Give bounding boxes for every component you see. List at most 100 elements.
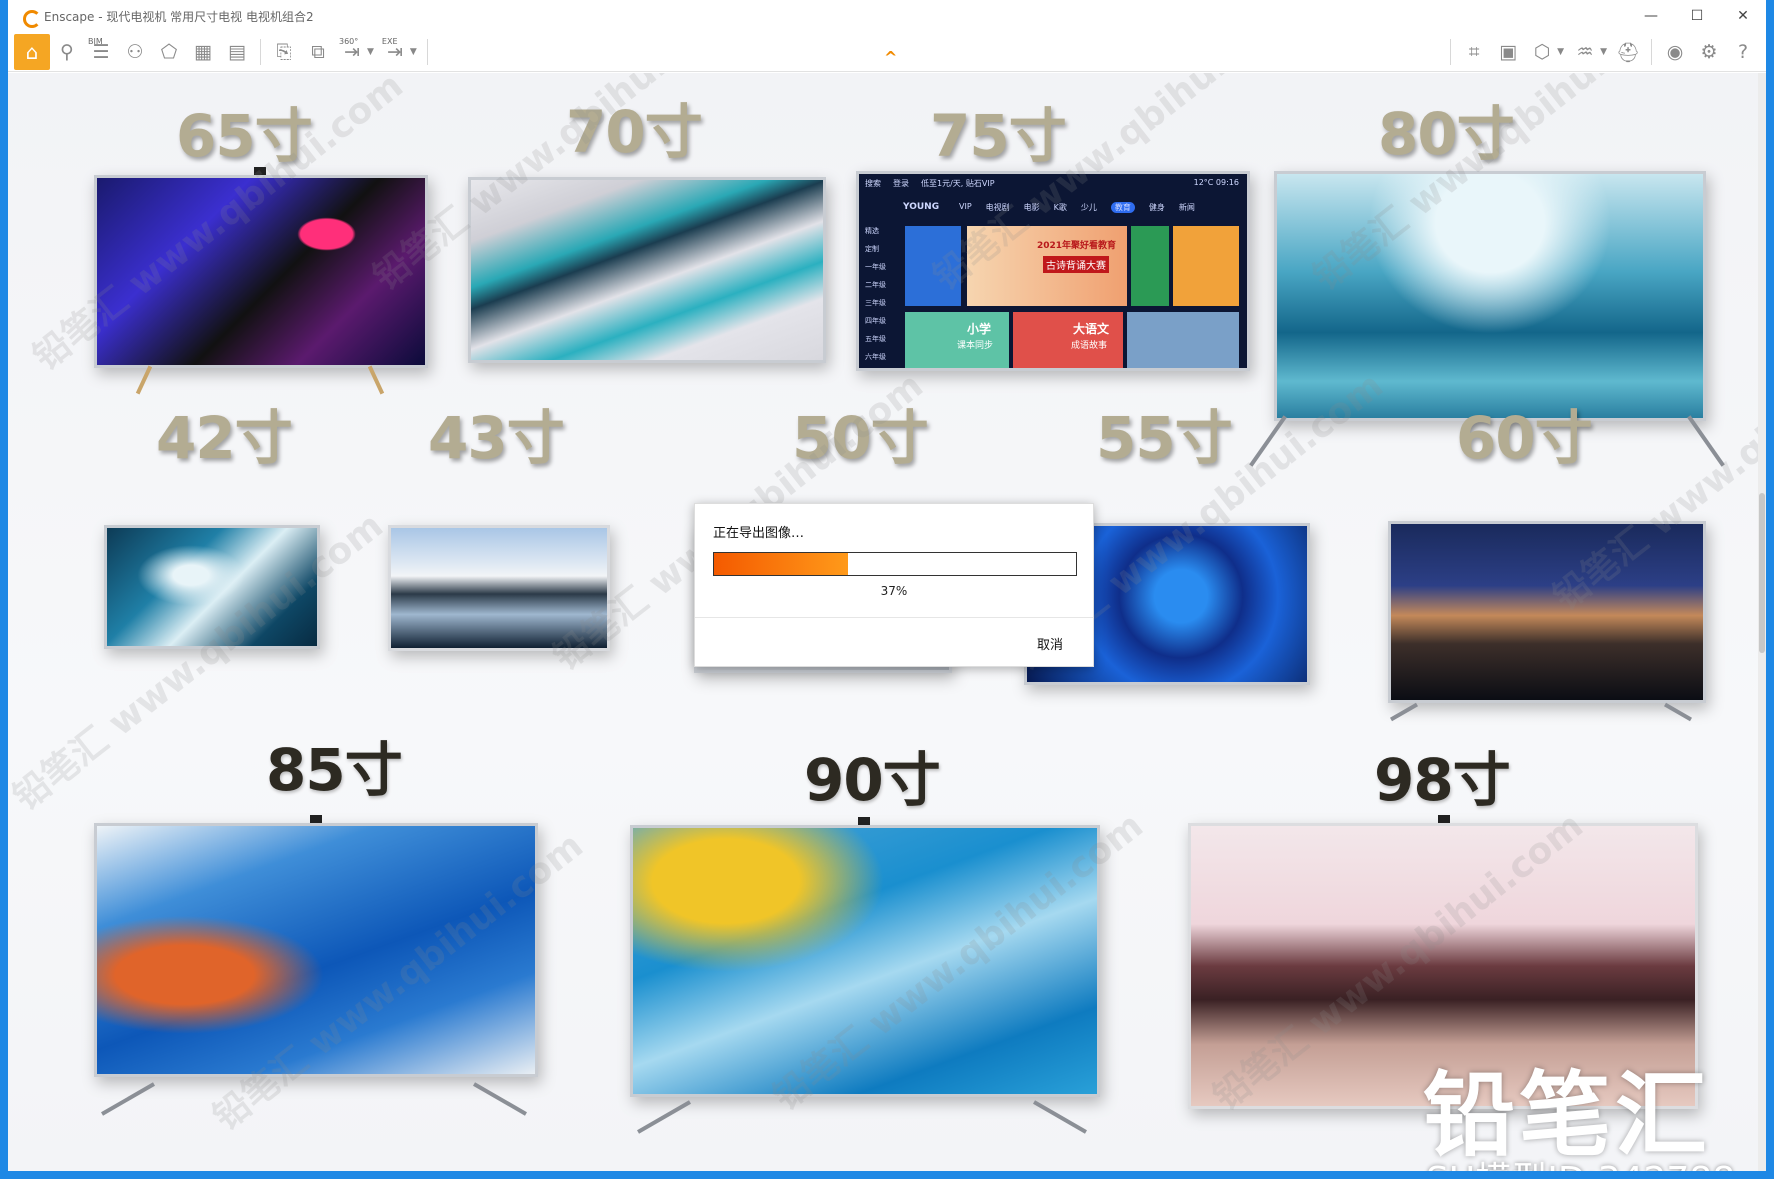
map-icon[interactable]: ⌗ [1457, 36, 1491, 68]
help-icon[interactable]: ? [1726, 36, 1760, 68]
toolbar-divider [426, 38, 428, 65]
home-icon[interactable]: ⌂ [14, 33, 50, 70]
cancel-button[interactable]: 取消 [1037, 634, 1063, 653]
cube-icon[interactable]: ⬡ [1525, 36, 1559, 68]
minimize-button[interactable]: — [1628, 0, 1674, 32]
tv-camera-icon [858, 817, 870, 825]
tv-stand [1249, 415, 1287, 467]
label-60: 60寸 [1456, 404, 1593, 472]
toolbar-divider [260, 38, 261, 65]
tv-banner: 2021年聚好看教育 [1037, 241, 1117, 251]
tv-tile2-sub: 成语故事 [1071, 341, 1108, 351]
tv-side-item: 五年级 [865, 335, 886, 343]
label-75: 75寸 [930, 102, 1067, 170]
tv-tile1-sub: 课本同步 [957, 341, 994, 351]
tv-side-item: 三年级 [865, 299, 886, 307]
tv-camera-icon [1438, 815, 1450, 823]
tv-43 [388, 525, 610, 651]
tv-nav-item: VIP [959, 202, 972, 211]
window-title: Enscape - 现代电视机 常用尺寸电视 电视机组合2 [44, 9, 314, 24]
chevron-up-icon[interactable]: ^ [884, 48, 897, 67]
tv-stand [637, 1100, 691, 1134]
tv-side-item: 一年级 [865, 263, 886, 271]
close-button[interactable]: ✕ [1720, 0, 1766, 32]
tv-side-item: 二年级 [865, 281, 886, 289]
label-98: 98寸 [1374, 746, 1511, 814]
vr-headset-icon[interactable]: ⛑ [1611, 36, 1645, 68]
tv-75-home-ui: 搜索 登录 低至1元/天, 贴石VIP 12°C 09:16 YOUNG VIP… [859, 174, 1247, 368]
dialog-title: 正在导出图像… [713, 526, 805, 541]
tv-70 [468, 177, 826, 363]
exe-export-icon[interactable]: EXE ⇥ [378, 36, 412, 68]
tv-banner-sub: 古诗背诵大赛 [1043, 256, 1109, 273]
tv-brand: YOUNG [903, 202, 940, 212]
progress-percent: 37% [880, 584, 908, 598]
tv-login: 登录 [893, 179, 909, 188]
enscape-window: Enscape - 现代电视机 常用尺寸电视 电视机组合2 — ☐ ✕ ⌂ ⚲ … [0, 0, 1774, 1179]
dialog-divider [695, 617, 1093, 618]
model-id-watermark: SU模型ID:342788 [1426, 1151, 1735, 1171]
enscape-logo-icon [22, 8, 41, 28]
panorama-icon[interactable]: 360° ⇥ [335, 36, 369, 68]
toolbar-right: ⌗ ▣ ⬡ ▼ ♒ ▼ ⛑ ◉ ⚙ ? [1444, 32, 1760, 72]
tv-nav-item: 教育 [1110, 202, 1135, 213]
tv-stand [367, 365, 385, 395]
tv-60 [1388, 521, 1706, 703]
tv-stand [101, 1082, 155, 1116]
tv-stand [473, 1082, 527, 1116]
gear-icon[interactable]: ⚙ [1692, 36, 1726, 68]
tv-side-item: 四年级 [865, 317, 886, 325]
maximize-button[interactable]: ☐ [1674, 0, 1720, 32]
label-80: 80寸 [1378, 100, 1515, 168]
title-bar: Enscape - 现代电视机 常用尺寸电视 电视机组合2 — ☐ ✕ [8, 0, 1766, 32]
asset-library-icon[interactable]: ⬠ [152, 36, 186, 68]
building-icon[interactable]: ▦ [186, 36, 220, 68]
bim-icon[interactable]: BIM ☰ [84, 36, 118, 68]
tv-nav-item: 少儿 [1080, 203, 1097, 212]
materials-icon[interactable]: ♒ [1568, 36, 1602, 68]
tv-75: 搜索 登录 低至1元/天, 贴石VIP 12°C 09:16 YOUNG VIP… [856, 171, 1250, 371]
tv-stand [135, 365, 153, 395]
scrollbar-thumb[interactable] [1759, 493, 1765, 653]
tv-promo: 低至1元/天, 贴石VIP [921, 179, 995, 188]
tv-80 [1274, 171, 1706, 421]
render-viewport[interactable]: 65寸 70寸 75寸 80寸 搜索 登录 低至1元/天, 贴石VIP 12°C… [8, 73, 1766, 1171]
export-progress-dialog: 正在导出图像… 37% 取消 [694, 503, 1094, 667]
tv-stand [1687, 415, 1725, 467]
label-70: 70寸 [566, 98, 703, 166]
tv-stand [1390, 702, 1418, 722]
vertical-scrollbar[interactable] [1758, 73, 1766, 1171]
export-progress-bar [713, 552, 1077, 576]
label-50: 50寸 [792, 404, 929, 472]
toolbar-divider [1651, 39, 1652, 65]
tv-search: 搜索 [865, 179, 881, 188]
label-43: 43寸 [428, 404, 565, 472]
toolbar-divider [1450, 39, 1452, 65]
tv-90 [630, 825, 1100, 1097]
pin-icon[interactable]: ⚲ [50, 36, 84, 68]
tv-nav-item: K歌 [1053, 203, 1067, 212]
tv-42 [104, 525, 320, 649]
tv-time: 12°C 09:16 [1193, 178, 1239, 187]
views-icon[interactable]: ▣ [1491, 36, 1525, 68]
tv-camera-icon [310, 815, 322, 823]
pano-label: 360° [339, 36, 359, 46]
tv-side-item: 精选 [865, 227, 879, 235]
batch-render-icon[interactable]: ⧉ [301, 36, 335, 68]
tv-stand [1033, 1100, 1087, 1134]
binoculars-icon[interactable]: ⚇ [118, 36, 152, 68]
tv-nav: VIP 电视剧 电影 K歌 少儿 教育 健身 新闻 [959, 202, 1195, 213]
tv-tile1: 小学 [967, 322, 992, 336]
label-90: 90寸 [804, 746, 941, 814]
tv-85 [94, 823, 538, 1077]
clapper-icon[interactable]: ▤ [220, 36, 254, 68]
tv-camera-icon [254, 167, 266, 175]
label-42: 42寸 [156, 404, 293, 472]
eye-icon[interactable]: ◉ [1658, 36, 1692, 68]
exe-label: EXE [381, 36, 398, 46]
screenshot-icon[interactable]: ⎘ [267, 36, 301, 68]
tv-side-menu: 精选 定制 一年级 二年级 三年级 四年级 五年级 六年级 [865, 226, 886, 362]
label-55: 55寸 [1096, 404, 1233, 472]
tv-tile2: 大语文 [1073, 322, 1110, 336]
label-65: 65寸 [176, 102, 313, 170]
